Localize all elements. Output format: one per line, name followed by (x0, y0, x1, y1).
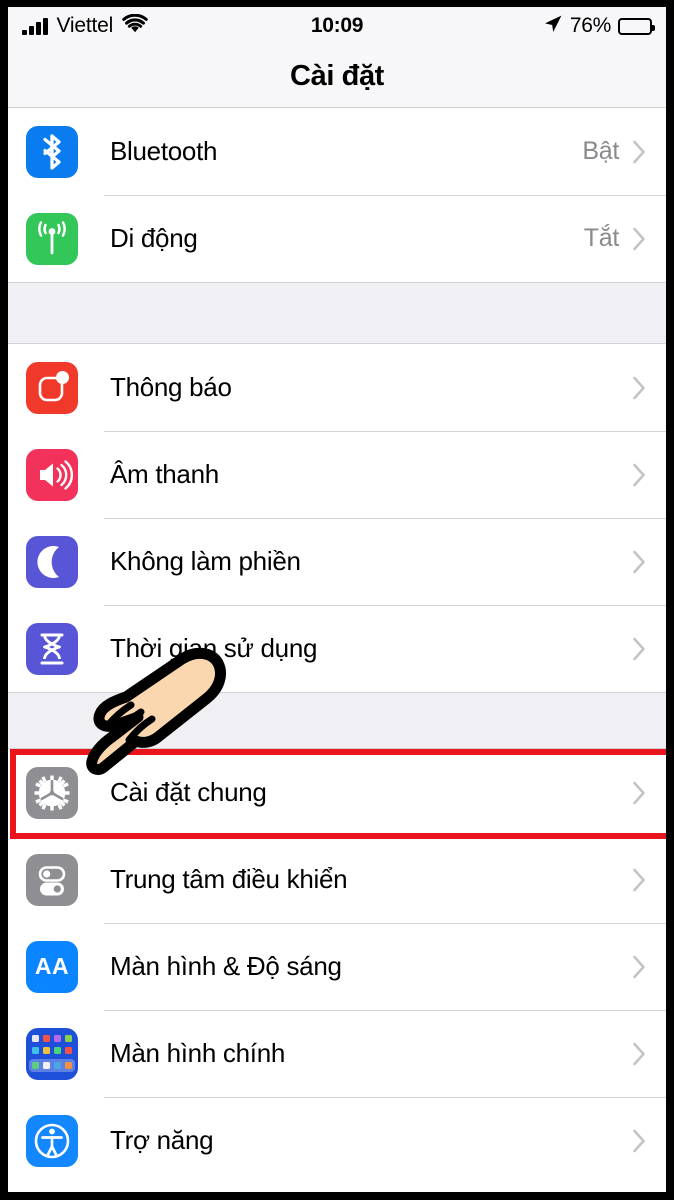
settings-row-control-center[interactable]: Trung tâm điều khiển (8, 836, 666, 923)
notifications-icon (26, 361, 78, 414)
home-screen-icon (26, 1027, 78, 1080)
control-center-icon (26, 853, 78, 906)
device-bezel-left (0, 0, 8, 1200)
chevron-right-icon (633, 463, 646, 487)
chevron-right-icon (633, 550, 646, 574)
settings-group-notifications: Thông báo Âm thanh Không làm phiền Thời … (8, 344, 666, 692)
battery-percent-label: 76% (569, 14, 611, 37)
location-arrow-icon (543, 14, 563, 39)
accessibility-icon (26, 1114, 78, 1167)
settings-group-connectivity: Bluetooth Bật Di động Tắt (8, 107, 666, 282)
settings-row-label: Trợ năng (110, 1125, 214, 1155)
chevron-right-icon (633, 140, 646, 164)
chevron-right-icon (633, 227, 646, 251)
settings-row-label: Không làm phiền (110, 546, 301, 576)
settings-row-notifications[interactable]: Thông báo (8, 344, 666, 431)
settings-row-label: Thông báo (110, 372, 232, 402)
chevron-right-icon (633, 637, 646, 661)
moon-icon (26, 535, 78, 588)
settings-row-display-brightness[interactable]: AA Màn hình & Độ sáng (8, 923, 666, 1010)
settings-row-label: Màn hình chính (110, 1038, 286, 1068)
chevron-right-icon (633, 376, 646, 400)
chevron-right-icon (633, 868, 646, 892)
device-bezel-bottom (0, 1192, 674, 1200)
settings-row-label: Thời gian sử dụng (110, 633, 318, 663)
settings-row-general[interactable]: Cài đặt chung (8, 647, 666, 839)
settings-row-label: Màn hình & Độ sáng (110, 951, 342, 981)
settings-row-value: Tắt (583, 224, 620, 252)
settings-row-home-screen[interactable]: Màn hình chính (8, 1010, 666, 1097)
settings-row-label: Âm thanh (110, 459, 219, 489)
navigation-bar: Cài đặt (8, 45, 666, 107)
display-aa-label: AA (34, 953, 70, 979)
phone-screen: Viettel 10:09 76% Cài đặt Bluetooth Bật … (8, 7, 666, 1192)
chevron-right-icon (633, 1129, 646, 1153)
highlight-box (10, 749, 666, 839)
settings-row-sounds[interactable]: Âm thanh (8, 431, 666, 518)
settings-row-label: Di động (110, 223, 198, 253)
chevron-right-icon (633, 1042, 646, 1066)
device-bezel-right (666, 0, 674, 1200)
hourglass-icon (26, 622, 78, 675)
status-bar-right: 76% (543, 14, 655, 39)
settings-row-label: Bluetooth (110, 136, 218, 166)
section-separator-1 (8, 282, 666, 344)
gear-icon (26, 766, 78, 819)
settings-row-value: Bật (582, 137, 619, 165)
battery-full-icon (618, 17, 655, 35)
device-bezel-top (0, 0, 674, 7)
phone-device-frame: Viettel 10:09 76% Cài đặt Bluetooth Bật … (0, 0, 674, 1200)
settings-group-general: Cài đặt chung Trung tâm điều khiển AA Mà… (8, 647, 666, 1184)
settings-row-do-not-disturb[interactable]: Không làm phiền (8, 518, 666, 605)
sounds-icon (26, 448, 78, 501)
settings-row-cellular[interactable]: Di động Tắt (8, 195, 666, 282)
chevron-right-icon (633, 955, 646, 979)
chevron-right-icon (633, 781, 646, 805)
display-aa-icon: AA (26, 940, 78, 993)
bluetooth-icon (26, 125, 78, 178)
settings-row-label: Trung tâm điều khiển (110, 864, 348, 894)
section-separator-2 (8, 692, 666, 749)
page-title: Cài đặt (290, 59, 384, 92)
settings-row-screen-time[interactable]: Thời gian sử dụng (8, 605, 666, 692)
status-bar: Viettel 10:09 76% (8, 7, 666, 45)
settings-row-label: Cài đặt chung (110, 777, 267, 807)
cellular-icon (26, 212, 78, 265)
settings-row-bluetooth[interactable]: Bluetooth Bật (8, 108, 666, 195)
settings-row-accessibility[interactable]: Trợ năng (8, 1097, 666, 1184)
